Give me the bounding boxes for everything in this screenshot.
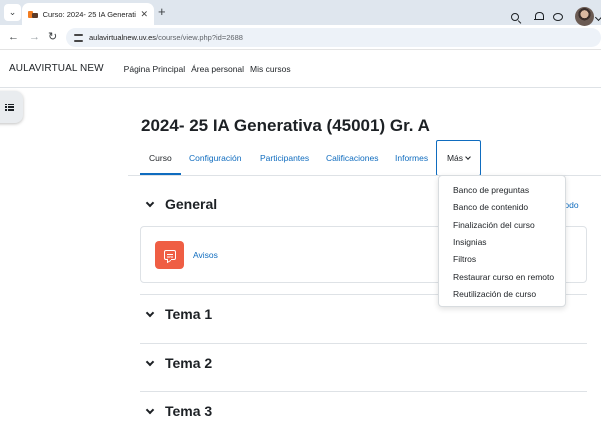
tab-title: Curso: 2024- 25 IA Generativa ( [42, 9, 137, 19]
menu-item-content-bank[interactable]: Banco de contenido [453, 202, 528, 212]
section-tema1-header[interactable]: Tema 1 [145, 306, 213, 322]
browser-tabstrip: ⌄ Curso: 2024- 25 IA Generativa ( ✕ + [0, 0, 601, 25]
back-arrow-icon[interactable]: ← [8, 30, 19, 44]
chevron-down-icon [465, 153, 471, 160]
forward-arrow-icon[interactable]: → [29, 30, 40, 44]
chevron-down-icon [145, 405, 155, 414]
section-title: Tema 2 [165, 355, 213, 371]
section-divider [140, 343, 587, 344]
tab-search-chevron-icon[interactable]: ⌄ [4, 4, 21, 21]
section-general-header[interactable]: General [145, 196, 218, 212]
reload-icon[interactable]: ↻ [48, 30, 57, 44]
more-dropdown-menu: Banco de preguntas Banco de contenido Fi… [438, 175, 566, 307]
nav-item-my-courses[interactable]: Mis cursos [250, 64, 291, 74]
page-title: 2024- 25 IA Generativa (45001) Gr. A [141, 116, 430, 135]
menu-item-badges[interactable]: Insignias [453, 237, 487, 247]
menu-item-question-bank[interactable]: Banco de preguntas [453, 185, 529, 195]
menu-item-remote-restore[interactable]: Restaurar curso en remoto [453, 272, 554, 282]
messages-chat-icon[interactable] [553, 13, 563, 21]
browser-toolbar: ← → ↻ aulavirtualnew.uv.es/course/view.p… [0, 25, 601, 50]
section-tema3-header[interactable]: Tema 3 [145, 403, 213, 419]
chevron-down-icon [145, 198, 155, 207]
menu-item-course-reuse[interactable]: Reutilización de curso [453, 289, 536, 299]
tab-more-dropdown[interactable]: Más [436, 140, 481, 176]
list-icon [5, 103, 14, 111]
nav-item-dashboard[interactable]: Área personal [191, 64, 244, 74]
url-path: /course/view.php?id=2688 [155, 33, 243, 42]
nav-item-home[interactable]: Página Principal [124, 64, 185, 74]
new-tab-plus-icon[interactable]: + [158, 4, 166, 20]
site-brand[interactable]: AULAVIRTUAL NEW [9, 63, 104, 74]
moodle-favicon-icon [28, 10, 38, 19]
browser-tab[interactable]: Curso: 2024- 25 IA Generativa ( ✕ [22, 3, 154, 25]
forum-icon [155, 241, 184, 269]
section-tema2-header[interactable]: Tema 2 [145, 355, 213, 371]
section-divider [140, 391, 587, 392]
section-title: Tema 3 [165, 403, 213, 419]
tab-close-icon[interactable]: ✕ [140, 9, 148, 20]
address-bar[interactable]: aulavirtualnew.uv.es/course/view.php?id=… [66, 28, 601, 47]
tab-grades[interactable]: Calificaciones [326, 140, 378, 176]
site-info-icon[interactable] [74, 33, 83, 42]
tab-settings[interactable]: Configuración [189, 140, 241, 176]
primary-navigation: Página Principal Área personal Mis curso… [124, 64, 291, 74]
site-navbar: AULAVIRTUAL NEW Página Principal Área pe… [0, 50, 601, 88]
section-title: General [165, 196, 218, 212]
activity-link[interactable]: Avisos [193, 250, 218, 260]
chevron-down-icon [145, 357, 155, 366]
search-icon[interactable] [511, 13, 519, 21]
chevron-down-icon [145, 308, 155, 317]
notifications-bell-icon[interactable] [534, 12, 544, 22]
menu-item-course-completion[interactable]: Finalización del curso [453, 220, 535, 230]
url-host: aulavirtualnew.uv.es [89, 33, 156, 42]
tab-participants[interactable]: Participantes [260, 140, 309, 176]
user-avatar[interactable] [575, 7, 594, 26]
tab-course[interactable]: Curso [140, 140, 181, 176]
tab-reports[interactable]: Informes [395, 140, 428, 176]
section-title: Tema 1 [165, 306, 213, 322]
menu-item-filters[interactable]: Filtros [453, 254, 476, 264]
more-label: Más [446, 153, 464, 163]
course-index-toggle-button[interactable] [0, 91, 23, 123]
